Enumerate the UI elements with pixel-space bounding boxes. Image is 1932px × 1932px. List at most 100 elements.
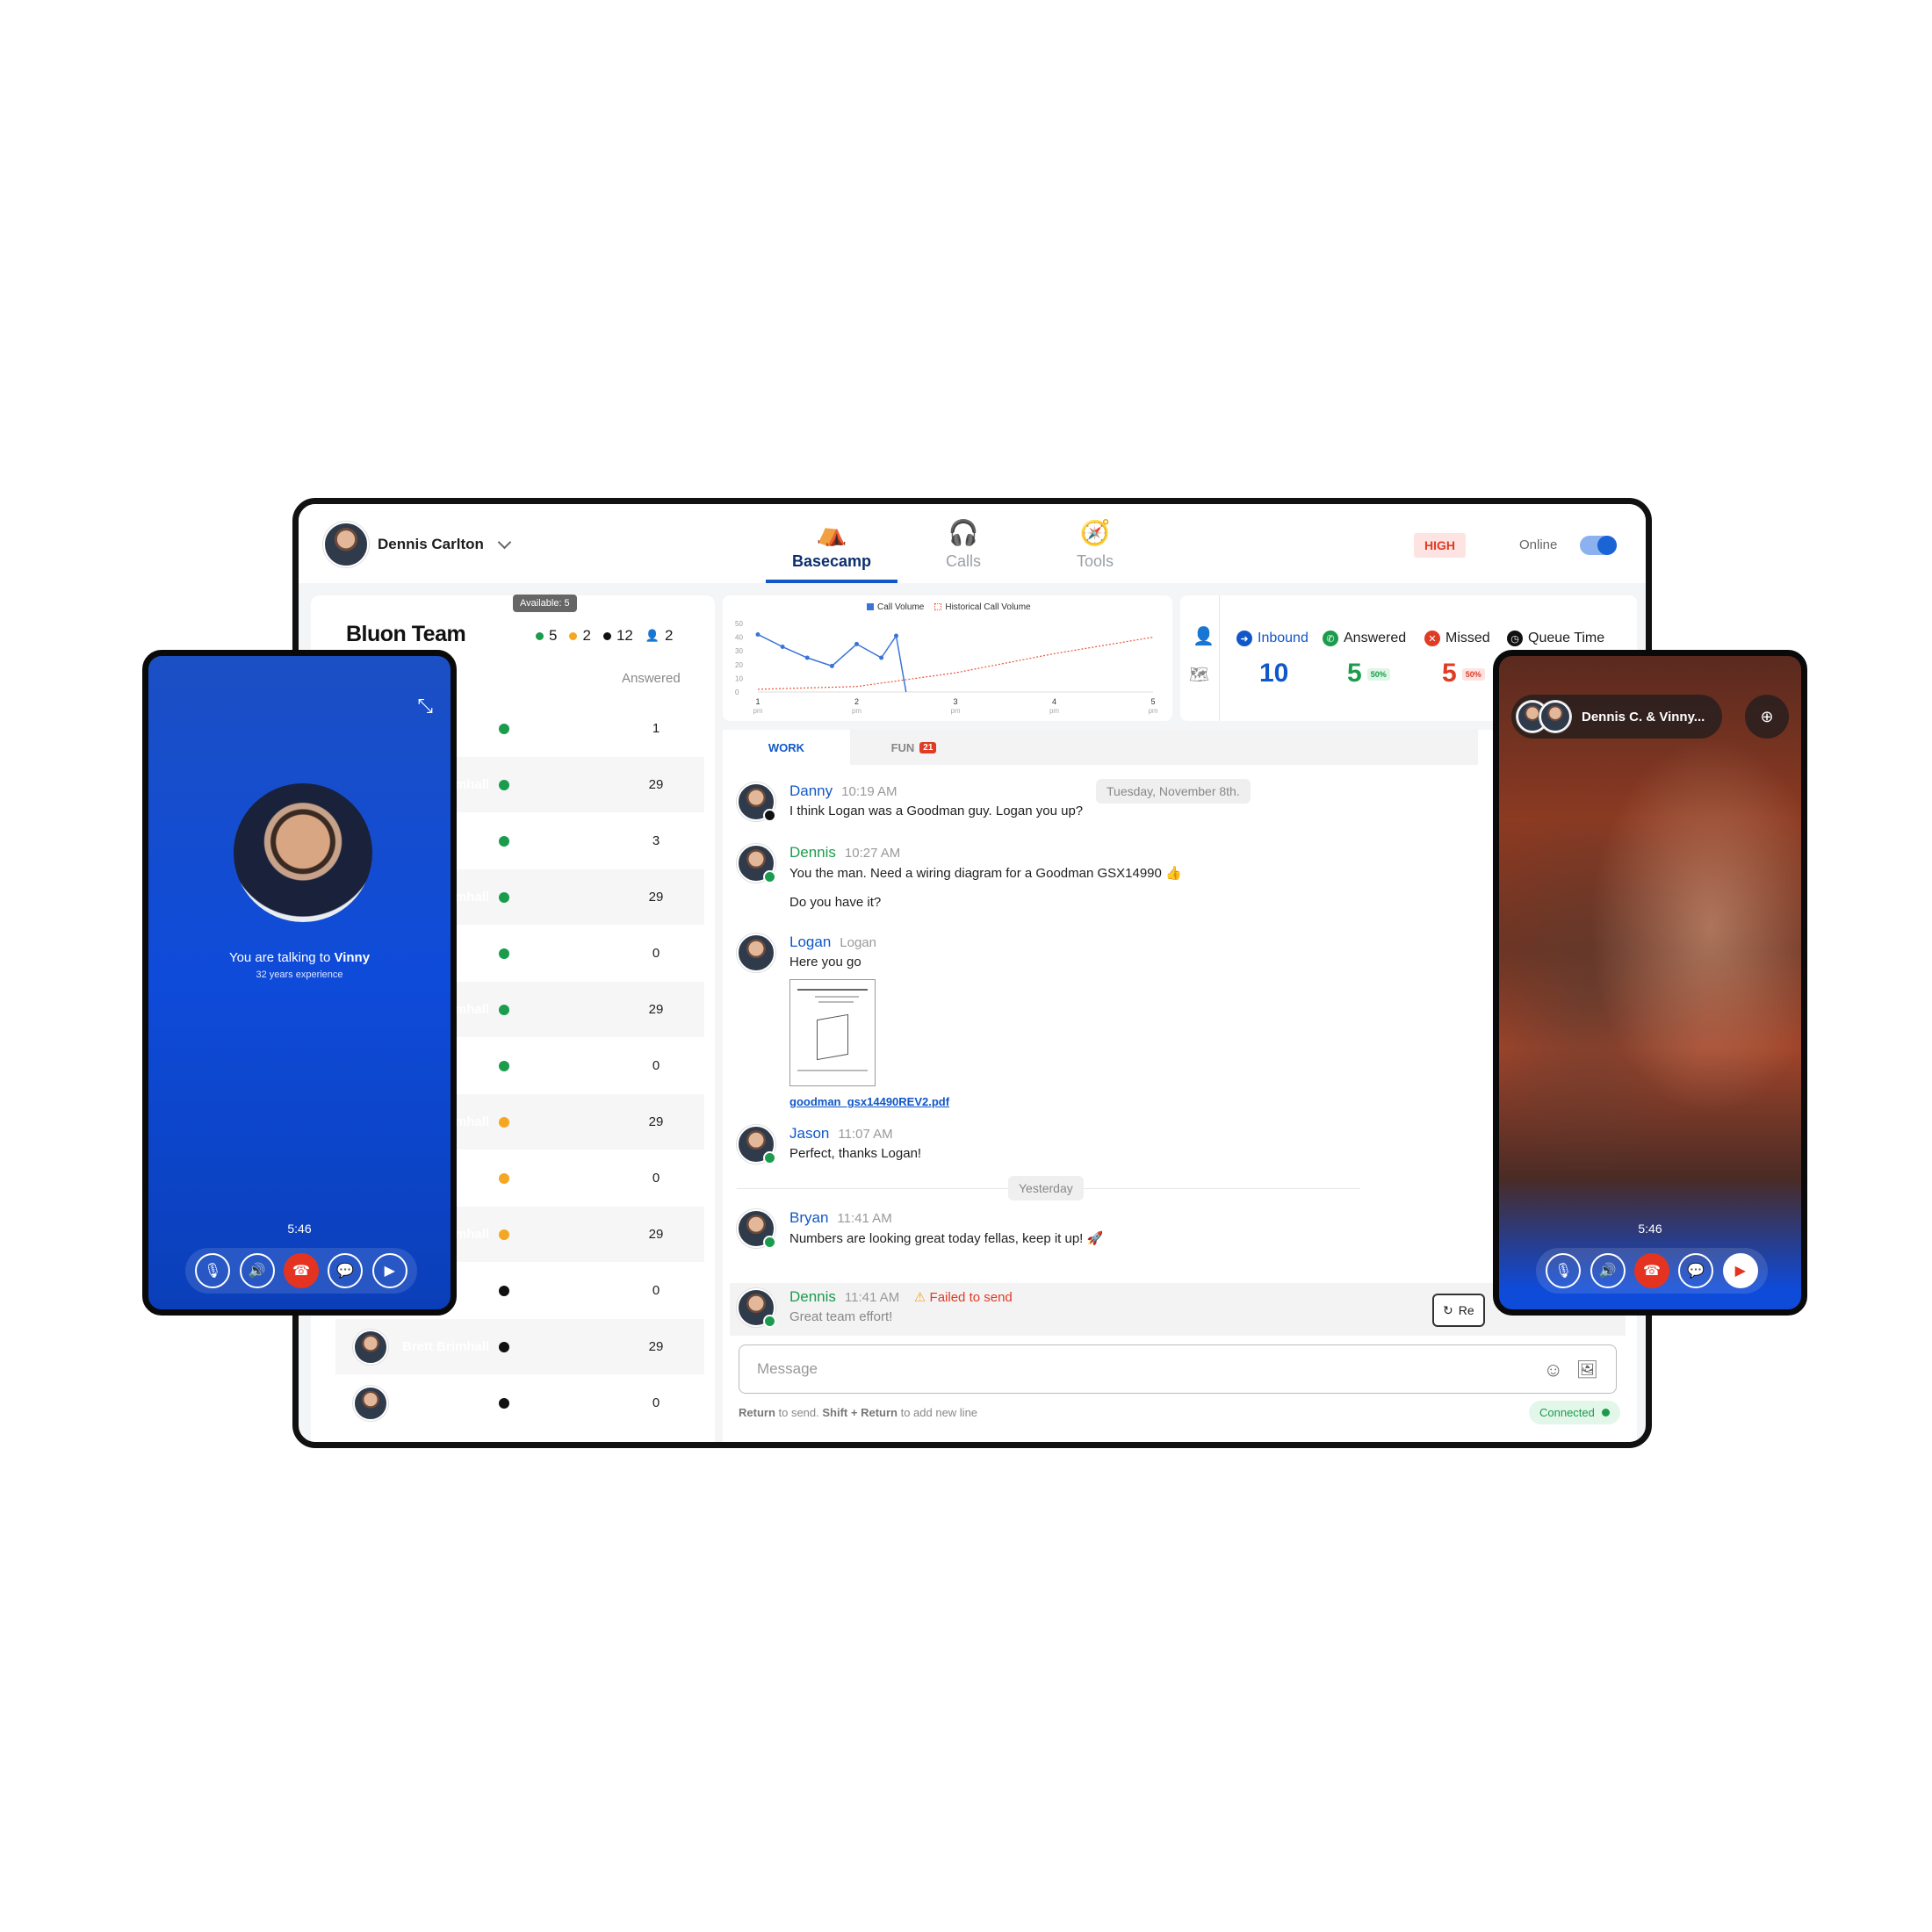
answered-count: 0 (652, 1171, 660, 1186)
answered-count: 29 (648, 777, 664, 792)
avatar (1539, 701, 1571, 732)
status-dot (499, 1004, 509, 1015)
user-menu[interactable]: Dennis Carlton (323, 522, 512, 567)
stat-answered: ✆ Answered (1323, 631, 1406, 646)
x-tick-sub: pm (1049, 707, 1059, 715)
minimize-icon[interactable]: ⤡ (417, 695, 433, 717)
y-tick-label: 0 (735, 688, 739, 696)
chat-icon[interactable]: 💬 (1678, 1253, 1714, 1288)
column-answered: Answered (622, 671, 681, 686)
headset-icon: 🎧 (948, 519, 979, 546)
person-icon[interactable]: 👤 (1193, 625, 1215, 647)
connection-status: Connected (1529, 1401, 1620, 1424)
warning-icon: ⚠ (913, 1290, 926, 1305)
status-dot (499, 948, 509, 959)
team-member-row[interactable]: Brett Brimhall 0 (335, 1375, 704, 1431)
tab-work[interactable]: WORK (723, 730, 850, 765)
status-dot (499, 1397, 509, 1409)
status-dot (499, 1285, 509, 1296)
tab-calls[interactable]: 🎧 Calls (898, 504, 1029, 583)
count-available: 5 (536, 627, 557, 645)
answered-count: 29 (648, 1227, 664, 1242)
answered-count: 29 (648, 1339, 664, 1354)
tab-fun[interactable]: FUN 21 (850, 730, 977, 765)
team-title: Bluon Team (346, 622, 466, 646)
team-member-row[interactable]: Brett Brimhall 29 (335, 1319, 704, 1374)
phone-icon: ✆ (1323, 631, 1338, 646)
call-controls: 🎙 🔊 ☎ 💬 ▶ (185, 1248, 417, 1294)
chart-svg: 504030201001pm2pm3pm4pm5pm (735, 620, 1158, 715)
tent-icon: ⛺ (816, 519, 847, 546)
video-call-phone: Dennis C. & Vinny... ⊕ 5:46 🎙 🔊 ☎ 💬 ▶ (1493, 650, 1807, 1316)
main-tabs: ⛺ Basecamp 🎧 Calls 🧭 Tools (766, 504, 1161, 583)
video-icon[interactable]: ▶ (1722, 1253, 1758, 1288)
call-timer: 5:46 (287, 1222, 312, 1236)
mic-icon[interactable]: 🎙 (1546, 1253, 1582, 1288)
answered-count: 0 (652, 946, 660, 961)
person-icon: 👤 (645, 629, 660, 642)
compass-icon: 🧭 (1079, 519, 1111, 546)
tab-basecamp[interactable]: ⛺ Basecamp (766, 504, 898, 583)
status-dot (499, 723, 509, 734)
online-toggle[interactable] (1580, 536, 1617, 555)
answered-count: 0 (652, 1058, 660, 1073)
message-input[interactable]: Message ☺ 🖼 (739, 1344, 1617, 1394)
add-participant-icon[interactable]: ⊕ (1745, 695, 1789, 739)
data-point (854, 641, 859, 646)
failed-status: ⚠ Failed to send (913, 1290, 1013, 1305)
data-point (894, 633, 898, 638)
clock-icon: ◷ (1507, 631, 1523, 646)
stat-queue: ◷ Queue Time (1507, 631, 1604, 646)
emoji-icon[interactable]: ☺ (1544, 1359, 1563, 1381)
date-divider: Yesterday (1008, 1176, 1084, 1200)
date-divider: Tuesday, November 8th. (1096, 779, 1251, 804)
end-call-icon[interactable]: ☎ (283, 1253, 319, 1288)
avatar (353, 1329, 388, 1365)
retry-button[interactable]: ↻ Re (1432, 1294, 1485, 1327)
video-icon[interactable]: ▶ (371, 1253, 407, 1288)
x-tick-label: 3 (953, 697, 957, 706)
data-point (780, 645, 785, 650)
tab-label: Basecamp (791, 552, 872, 570)
caller-avatar (234, 783, 372, 922)
data-point (755, 631, 761, 637)
missed-call-icon: ✕ (1424, 631, 1440, 646)
status-dot (499, 891, 509, 903)
y-tick-label: 50 (735, 620, 743, 628)
speaker-icon[interactable]: 🔊 (239, 1253, 275, 1288)
call-volume-chart: Call Volume Historical Call Volume 50 40 3… (723, 595, 1172, 721)
answered-count: 3 (652, 833, 660, 848)
status-dot (499, 1172, 509, 1184)
avatar[interactable] (737, 934, 775, 972)
call-participants[interactable]: Dennis C. & Vinny... (1511, 695, 1722, 739)
x-tick-sub: pm (753, 707, 762, 715)
availability-tooltip: Available: 5 (513, 595, 577, 612)
caller-experience: 32 years experience (256, 970, 343, 980)
status-dot (499, 835, 509, 847)
status-badge (763, 809, 776, 822)
image-upload-icon[interactable]: 🖼 (1576, 1359, 1598, 1381)
speaker-icon[interactable]: 🔊 (1590, 1253, 1626, 1288)
y-tick-label: 10 (735, 674, 743, 682)
call-volume-line (757, 633, 907, 693)
historical-volume-line (757, 637, 1154, 690)
pdf-link[interactable]: goodman_gsx14490REV2.pdf (789, 1095, 949, 1108)
count-offline: 12 (602, 627, 633, 645)
pdf-thumbnail[interactable] (789, 979, 876, 1086)
status-badge (763, 870, 776, 883)
map-icon[interactable]: 🗺 (1189, 666, 1209, 684)
call-controls: 🎙 🔊 ☎ 💬 ▶ (1536, 1248, 1768, 1294)
tab-tools[interactable]: 🧭 Tools (1029, 504, 1161, 583)
refresh-icon: ↻ (1443, 1302, 1453, 1317)
data-point (804, 655, 810, 660)
status-dot (499, 1229, 509, 1240)
status-dot (499, 1116, 509, 1128)
status-badge (763, 1236, 776, 1249)
call-timer: 5:46 (1638, 1222, 1662, 1236)
end-call-icon[interactable]: ☎ (1633, 1253, 1669, 1288)
x-tick-sub: pm (950, 707, 960, 715)
chat-icon[interactable]: 💬 (328, 1253, 364, 1288)
mic-icon[interactable]: 🎙 (195, 1253, 231, 1288)
divider (1219, 595, 1220, 721)
x-tick-sub: pm (852, 707, 861, 715)
